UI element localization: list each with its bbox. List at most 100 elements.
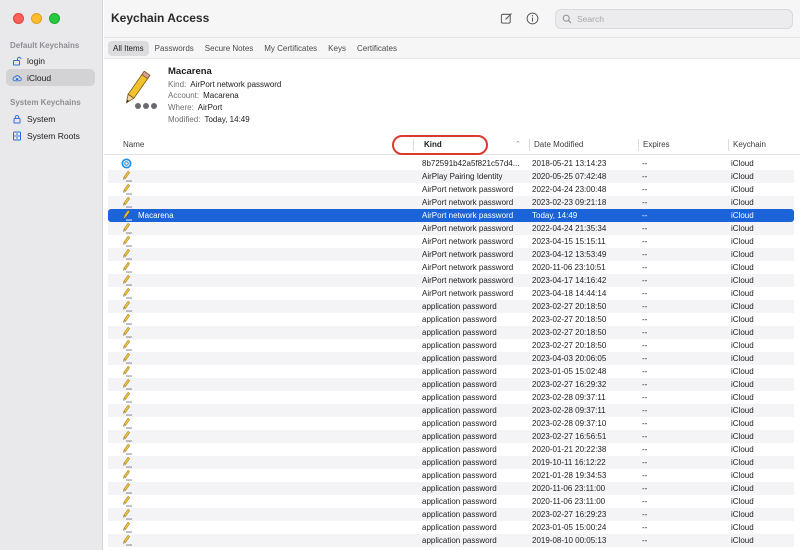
sort-ascending-icon[interactable]: ⌃ bbox=[515, 140, 521, 148]
cell-expires: -- bbox=[642, 535, 648, 545]
table-row[interactable]: application password 2023-02-27 16:56:51 -… bbox=[108, 430, 794, 443]
column-header-expires[interactable]: Expires bbox=[643, 140, 670, 149]
sidebar-item-system-roots[interactable]: System Roots bbox=[6, 127, 95, 144]
table-row[interactable]: application password 2023-01-05 15:02:48 -… bbox=[108, 365, 794, 378]
cell-keychain: iCloud bbox=[731, 457, 754, 467]
cell-date-modified: 2023-04-17 14:16:42 bbox=[532, 275, 607, 285]
category-tabs: All Items Passwords Secure Notes My Cert… bbox=[104, 38, 800, 59]
cell-expires: -- bbox=[642, 158, 648, 168]
table-row[interactable]: AirPort network password 2020-11-06 23:10… bbox=[108, 261, 794, 274]
table-row[interactable]: AirPort network password 2022-04-24 21:35… bbox=[108, 222, 794, 235]
table-row[interactable]: AirPort network password 2023-04-17 14:16… bbox=[108, 274, 794, 287]
key-pencil-icon bbox=[121, 391, 132, 403]
cell-keychain: iCloud bbox=[731, 262, 754, 272]
table-row[interactable]: application password 2023-04-03 20:06:05 -… bbox=[108, 352, 794, 365]
table-row[interactable]: application password 2023-02-27 20:18:50 -… bbox=[108, 339, 794, 352]
search-field[interactable] bbox=[555, 9, 793, 29]
cell-date-modified: 2019-10-11 16:12:22 bbox=[532, 457, 606, 467]
close-window-button[interactable] bbox=[13, 13, 24, 24]
table-row[interactable]: AirPlay Pairing Identity 2020-05-25 07:42… bbox=[108, 170, 794, 183]
cell-expires: -- bbox=[642, 301, 648, 311]
table-row[interactable]: application password 2020-11-06 23:11:00 -… bbox=[108, 482, 794, 495]
cell-expires: -- bbox=[642, 262, 648, 272]
cell-expires: -- bbox=[642, 366, 648, 376]
tab-my-certificates[interactable]: My Certificates bbox=[259, 41, 322, 56]
tab-all-items[interactable]: All Items bbox=[108, 40, 149, 56]
table-row[interactable]: application password 2019-08-10 00:05:13 -… bbox=[108, 534, 794, 547]
table-row[interactable]: application password 2020-11-06 23:11:00 -… bbox=[108, 495, 794, 508]
system-keychains-header: System Keychains bbox=[10, 98, 81, 107]
tab-keys[interactable]: Keys bbox=[323, 41, 351, 56]
cell-date-modified: 2023-02-27 20:18:50 bbox=[532, 314, 607, 324]
column-header-date-modified[interactable]: Date Modified bbox=[534, 140, 583, 149]
new-item-button[interactable] bbox=[498, 10, 514, 26]
unlock-icon bbox=[12, 56, 22, 66]
cell-keychain: iCloud bbox=[731, 353, 754, 363]
key-pencil-icon bbox=[121, 430, 132, 442]
column-divider[interactable] bbox=[728, 139, 729, 151]
table-row[interactable]: AirPort network password 2023-04-15 15:15… bbox=[108, 235, 794, 248]
cell-keychain: iCloud bbox=[731, 366, 754, 376]
cell-date-modified: 2023-04-03 20:06:05 bbox=[532, 353, 607, 363]
tab-certificates[interactable]: Certificates bbox=[352, 41, 402, 56]
table-row[interactable]: application password 2023-02-28 09:37:10 -… bbox=[108, 417, 794, 430]
key-pencil-icon bbox=[121, 352, 132, 364]
zoom-window-button[interactable] bbox=[49, 13, 60, 24]
table-row[interactable]: application password 2023-02-27 16:29:23 -… bbox=[108, 508, 794, 521]
table-row[interactable]: application password 2019-10-11 16:12:22 -… bbox=[108, 456, 794, 469]
table-row[interactable]: AirPort network password 2023-04-12 13:53… bbox=[108, 248, 794, 261]
table-row[interactable]: 8b72591b42a5f821c57d4... 2018-05-21 13:14… bbox=[108, 157, 794, 170]
cell-date-modified: 2020-11-06 23:10:51 bbox=[532, 262, 606, 272]
sidebar-item-login[interactable]: login bbox=[6, 52, 95, 69]
cell-expires: -- bbox=[642, 184, 648, 194]
key-pencil-icon bbox=[121, 287, 132, 299]
minimize-window-button[interactable] bbox=[31, 13, 42, 24]
key-pencil-icon bbox=[121, 261, 132, 273]
table-row[interactable]: application password 2023-01-05 15:00:24 -… bbox=[108, 521, 794, 534]
column-divider[interactable] bbox=[638, 139, 639, 151]
key-pencil-icon bbox=[121, 378, 132, 390]
cell-keychain: iCloud bbox=[731, 379, 754, 389]
key-pencil-icon bbox=[121, 469, 132, 481]
table-row[interactable]: AirPort network password 2023-04-18 14:44… bbox=[108, 287, 794, 300]
tab-passwords[interactable]: Passwords bbox=[150, 41, 199, 56]
table-row[interactable]: application password 2021-01-28 19:34:53 -… bbox=[108, 469, 794, 482]
key-pencil-icon bbox=[121, 196, 132, 208]
key-pencil-icon bbox=[121, 326, 132, 338]
table-row[interactable]: AirPort network password 2023-02-23 09:21… bbox=[108, 196, 794, 209]
table-row[interactable]: application password 2023-02-27 20:18:50 -… bbox=[108, 313, 794, 326]
cell-date-modified: 2023-02-27 20:18:50 bbox=[532, 327, 607, 337]
sidebar-item-icloud[interactable]: iCloud bbox=[6, 69, 95, 86]
cell-date-modified: 2019-08-10 00:05:13 bbox=[532, 535, 607, 545]
table-header: Name Kind ⌃ Date Modified Expires Keycha… bbox=[104, 135, 800, 155]
key-pencil-icon bbox=[121, 534, 132, 546]
cell-keychain: iCloud bbox=[731, 431, 754, 441]
search-input[interactable] bbox=[577, 14, 777, 24]
cell-kind: application password bbox=[422, 379, 497, 389]
sidebar-item-label: iCloud bbox=[27, 72, 52, 83]
table-row[interactable]: application password 2023-02-27 16:29:32 -… bbox=[108, 378, 794, 391]
cell-keychain: iCloud bbox=[731, 418, 754, 428]
column-header-keychain[interactable]: Keychain bbox=[733, 140, 766, 149]
cell-kind: AirPort network password bbox=[422, 223, 514, 233]
cell-date-modified: 2023-01-05 15:02:48 bbox=[532, 366, 607, 376]
table-row[interactable]: application password 2020-01-21 20:22:38 -… bbox=[108, 443, 794, 456]
table-row[interactable]: Macarena AirPort network password Today, 1… bbox=[108, 209, 794, 222]
cell-kind: application password bbox=[422, 340, 497, 350]
info-button[interactable] bbox=[524, 10, 540, 26]
column-header-name[interactable]: Name bbox=[123, 140, 144, 149]
cell-expires: -- bbox=[642, 418, 648, 428]
table-row[interactable]: application password 2023-02-28 09:37:11 -… bbox=[108, 404, 794, 417]
column-divider[interactable] bbox=[529, 139, 530, 151]
cell-expires: -- bbox=[642, 470, 648, 480]
cell-expires: -- bbox=[642, 405, 648, 415]
tab-secure-notes[interactable]: Secure Notes bbox=[200, 41, 258, 56]
key-pencil-icon bbox=[121, 222, 132, 234]
table-row[interactable]: application password 2023-02-28 09:37:11 -… bbox=[108, 391, 794, 404]
key-pencil-icon bbox=[121, 365, 132, 377]
table-row[interactable]: AirPort network password 2022-04-24 23:00… bbox=[108, 183, 794, 196]
table-row[interactable]: application password 2023-02-27 20:18:50 -… bbox=[108, 300, 794, 313]
sidebar-item-system[interactable]: System bbox=[6, 110, 95, 127]
table-row[interactable]: application password 2023-02-27 20:18:50 -… bbox=[108, 326, 794, 339]
cell-kind: AirPort network password bbox=[422, 197, 514, 207]
